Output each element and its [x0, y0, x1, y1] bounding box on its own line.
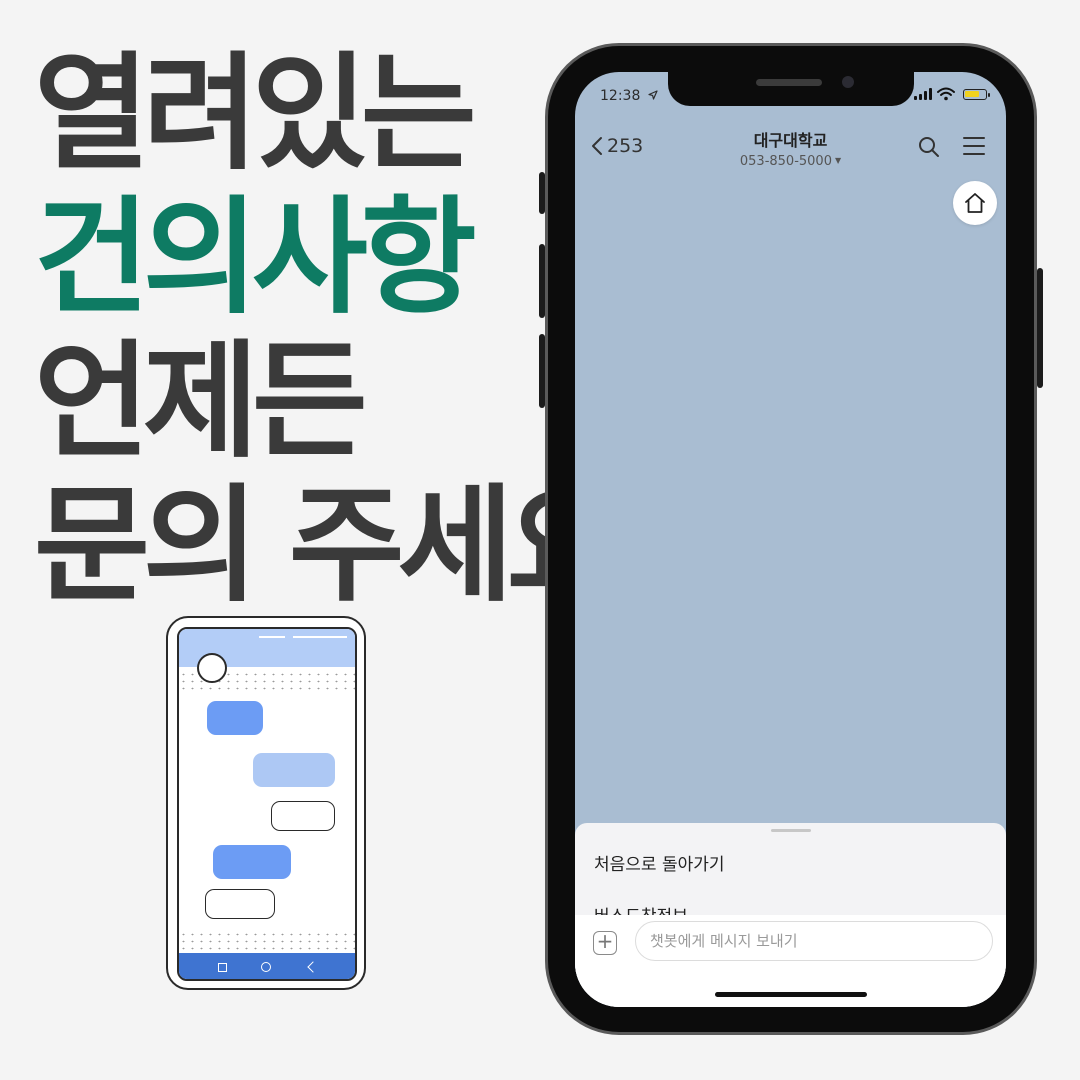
- plus-icon[interactable]: +: [593, 931, 617, 955]
- headline-line-4: 문의 주세요: [34, 472, 622, 619]
- chat-title-area[interactable]: 대구대학교 053-850-5000 ▼: [575, 127, 1006, 169]
- dropdown-caret-icon: ▼: [834, 156, 842, 165]
- illustration-screen: [177, 627, 357, 981]
- front-camera: [842, 76, 854, 88]
- illustration-header-line: [259, 636, 285, 638]
- quick-menu-item[interactable]: 처음으로 돌아가기: [594, 850, 725, 875]
- message-composer: +: [575, 915, 1006, 1007]
- illustration-dot-pattern: [179, 931, 355, 953]
- hamburger-menu-icon[interactable]: [963, 137, 985, 161]
- message-input[interactable]: [635, 921, 993, 961]
- phone-screen: 12:38 253 대구대학교 053-850-5000 ▼ 처음으로 돌아가기…: [575, 72, 1006, 1007]
- square-icon: [217, 962, 227, 972]
- volume-up-button: [539, 244, 545, 318]
- search-icon[interactable]: [917, 135, 941, 159]
- circle-icon: [260, 962, 271, 972]
- chat-subtitle: 053-850-5000 ▼: [575, 154, 1006, 169]
- volume-down-button: [539, 334, 545, 408]
- chat-illustration: [166, 616, 366, 990]
- illustration-nav-bar: [179, 953, 355, 979]
- illustration-bubble-outline: [271, 801, 335, 831]
- home-button[interactable]: [953, 181, 997, 225]
- headline-line-2: 건의사항: [34, 184, 477, 331]
- phone-number: 053-850-5000: [739, 154, 832, 169]
- home-icon: [965, 193, 985, 213]
- illustration-bubble-light: [253, 753, 335, 787]
- back-arrow-icon: [306, 961, 319, 973]
- illustration-header-line: [293, 636, 347, 638]
- headline-line-3: 언제든: [34, 328, 368, 475]
- notch: [668, 72, 914, 106]
- speaker: [756, 79, 822, 86]
- location-arrow-icon: [648, 90, 658, 100]
- sheet-grabber[interactable]: [771, 829, 811, 832]
- headline: 열려있는 건의사항 언제든 문의 주세요: [34, 40, 622, 619]
- illustration-bubble-blue: [213, 845, 291, 879]
- wifi-icon: [937, 87, 955, 101]
- chat-title: 대구대학교: [753, 131, 828, 150]
- signal-icon: [914, 88, 932, 100]
- status-time: 12:38: [600, 88, 641, 104]
- headline-line-1: 열려있는: [34, 40, 477, 187]
- battery-icon: [963, 89, 990, 100]
- illustration-bubble-outline: [205, 889, 275, 919]
- illustration-avatar: [197, 653, 227, 683]
- illustration-bubble-blue: [207, 701, 263, 735]
- home-indicator: [715, 992, 867, 997]
- silent-switch: [539, 172, 545, 214]
- power-button: [1037, 268, 1043, 388]
